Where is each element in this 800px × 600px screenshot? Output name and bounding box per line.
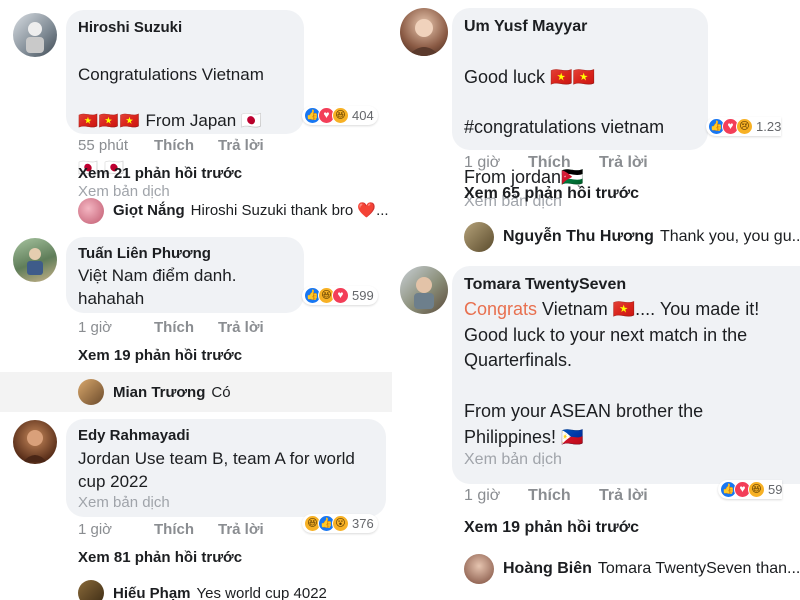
reply-preview[interactable]: Mian Trương Có: [113, 384, 231, 401]
haha-reaction-icon: 😆: [332, 107, 349, 124]
comment-text-line: From Japan 🇯🇵: [140, 111, 263, 130]
reply-text: Thank you, you gu...: [659, 228, 800, 245]
view-previous-replies-link[interactable]: Xem 19 phản hồi trước: [464, 519, 639, 537]
comment-bubble: Hiroshi Suzuki Congratulations Vietnam 🇻…: [66, 10, 304, 200]
like-button[interactable]: Thích: [528, 487, 599, 505]
like-button[interactable]: Thích: [154, 319, 218, 336]
avatar[interactable]: [400, 8, 448, 56]
reply-preview[interactable]: Hiếu Phạm Yes world cup 4022: [113, 585, 327, 600]
reaction-summary[interactable]: 👍 ♥ 😆 404: [302, 106, 378, 125]
see-translation-link[interactable]: Xem bản dịch: [78, 183, 292, 200]
left-comment-panel: Hiroshi Suzuki Congratulations Vietnam 🇻…: [0, 0, 400, 600]
reply-text: Hiroshi Suzuki thank bro ❤️...: [190, 202, 389, 219]
view-previous-replies-link[interactable]: Xem 65 phản hồi trước: [464, 185, 639, 203]
comment-text-line: Good luck to your next match in the: [464, 324, 748, 345]
comment-timestamp[interactable]: 1 giờ: [464, 154, 528, 172]
reply-avatar[interactable]: [464, 554, 494, 584]
reply-avatar[interactable]: [78, 580, 104, 600]
reply-author[interactable]: Mian Trương: [113, 384, 205, 401]
avatar[interactable]: [400, 266, 448, 314]
comment-text: Việt Nam điểm danh. hahahah: [78, 266, 237, 308]
comment-text-line: Vietnam 🇻🇳.... You made it!: [537, 299, 760, 319]
comment-author[interactable]: Tuấn Liên Phương: [78, 245, 292, 262]
comment-bubble: Tuấn Liên Phương Việt Nam điểm danh. hah…: [66, 237, 304, 313]
reply-preview[interactable]: Giọt Nắng Hiroshi Suzuki thank bro ❤️...: [113, 201, 389, 220]
reply-button[interactable]: Trả lời: [218, 137, 264, 154]
comment-author[interactable]: Hiroshi Suzuki: [78, 19, 292, 36]
like-button[interactable]: Thích: [528, 154, 599, 172]
reply-avatar[interactable]: [78, 379, 104, 405]
flag-emoji: 🇻🇳🇻🇳🇻🇳: [78, 113, 141, 130]
like-button[interactable]: Thích: [154, 137, 218, 154]
reply-avatar[interactable]: [78, 198, 104, 224]
comment-author[interactable]: Tomara TwentySeven: [464, 276, 796, 294]
reaction-count: 1.23: [756, 119, 782, 134]
reply-avatar[interactable]: [464, 222, 494, 252]
reply-author[interactable]: Hoàng Biên: [503, 560, 592, 578]
comment-text-line: Congratulations Vietnam: [78, 65, 264, 84]
reaction-count: 404: [352, 108, 374, 123]
avatar[interactable]: [13, 420, 57, 464]
comment-actions: 1 giờ Thích Trả lời: [464, 487, 648, 505]
comment-text-line: Philippines! 🇵🇭: [464, 426, 584, 447]
comment-timestamp[interactable]: 1 giờ: [464, 487, 528, 505]
comment-hashtag-highlight[interactable]: Congrats: [464, 299, 537, 319]
comment-bubble: Edy Rahmayadi Jordan Use team B, team A …: [66, 419, 386, 517]
comment-timestamp[interactable]: 1 giờ: [78, 521, 154, 538]
reply-text: Yes world cup 4022: [196, 585, 327, 600]
comment-author[interactable]: Um Yusf Mayyar: [464, 18, 696, 36]
reaction-summary[interactable]: 👍 😆 ♥ 599: [302, 286, 378, 305]
right-comment-panel: Um Yusf Mayyar Good luck 🇻🇳🇻🇳 #congratul…: [392, 0, 800, 600]
comment-text-line: Good luck 🇻🇳🇻🇳: [464, 67, 595, 87]
reaction-count: 59: [768, 482, 783, 497]
reply-text: Tomara TwentySeven than...: [597, 560, 800, 577]
reply-button[interactable]: Trả lời: [218, 521, 264, 538]
like-button[interactable]: Thích: [154, 521, 218, 538]
comment-actions: 1 giờ Thích Trả lời: [78, 319, 264, 336]
comment-bubble: Tomara TwentySeven Congrats Vietnam 🇻🇳..…: [452, 266, 800, 484]
reaction-summary[interactable]: 👍 ♥ 😆 59: [718, 480, 783, 499]
comment-text-line: Quarterfinals.: [464, 350, 573, 370]
comment-actions: 55 phút Thích Trả lời: [78, 137, 264, 154]
comment-text-line: #congratulations vietnam: [464, 117, 665, 137]
reply-button[interactable]: Trả lời: [218, 319, 264, 336]
reaction-summary[interactable]: 😆 👍 😮 376: [302, 514, 378, 533]
view-previous-replies-link[interactable]: Xem 19 phản hồi trước: [78, 347, 242, 364]
comment-text-line: From your ASEAN brother the: [464, 401, 704, 421]
reply-author[interactable]: Hiếu Phạm: [113, 585, 191, 600]
reaction-count: 599: [352, 288, 374, 303]
reply-button[interactable]: Trả lời: [599, 487, 648, 505]
love-reaction-icon: ♥: [332, 287, 349, 304]
reply-preview[interactable]: Nguyễn Thu Hương Thank you, you gu...: [503, 228, 800, 246]
comment-bubble: Um Yusf Mayyar Good luck 🇻🇳🇻🇳 #congratul…: [452, 8, 708, 210]
reaction-summary[interactable]: 👍 ♥ 😢 1.23: [706, 117, 782, 136]
comment-timestamp[interactable]: 55 phút: [78, 137, 154, 154]
comment-text: Congrats Vietnam 🇻🇳.... You made it! Goo…: [464, 297, 796, 450]
comment-text: Jordan Use team B, team A for world cup …: [78, 449, 355, 491]
reply-author[interactable]: Giọt Nắng: [113, 202, 185, 219]
wow-reaction-icon: 😮: [332, 515, 349, 532]
avatar[interactable]: [13, 238, 57, 282]
sad-reaction-icon: 😢: [736, 118, 753, 135]
see-translation-link[interactable]: Xem bản dịch: [78, 494, 374, 511]
reply-author[interactable]: Nguyễn Thu Hương: [503, 228, 654, 246]
comment-text: Congratulations Vietnam 🇻🇳🇻🇳🇻🇳 From Japa…: [78, 40, 292, 180]
reply-preview[interactable]: Hoàng Biên Tomara TwentySeven than...: [503, 560, 800, 578]
comment-actions: 1 giờ Thích Trả lời: [78, 521, 264, 538]
avatar[interactable]: [13, 13, 57, 57]
view-previous-replies-link[interactable]: Xem 21 phản hồi trước: [78, 165, 242, 182]
comment-author[interactable]: Edy Rahmayadi: [78, 427, 374, 444]
comment-timestamp[interactable]: 1 giờ: [78, 319, 154, 336]
reaction-count: 376: [352, 516, 374, 531]
view-previous-replies-link[interactable]: Xem 81 phản hồi trước: [78, 549, 242, 566]
reply-button[interactable]: Trả lời: [599, 154, 648, 172]
comment-actions: 1 giờ Thích Trả lời: [464, 154, 648, 172]
haha-reaction-icon: 😆: [748, 481, 765, 498]
reply-text: Có: [211, 384, 231, 401]
see-translation-link[interactable]: Xem bản dịch: [464, 451, 796, 469]
